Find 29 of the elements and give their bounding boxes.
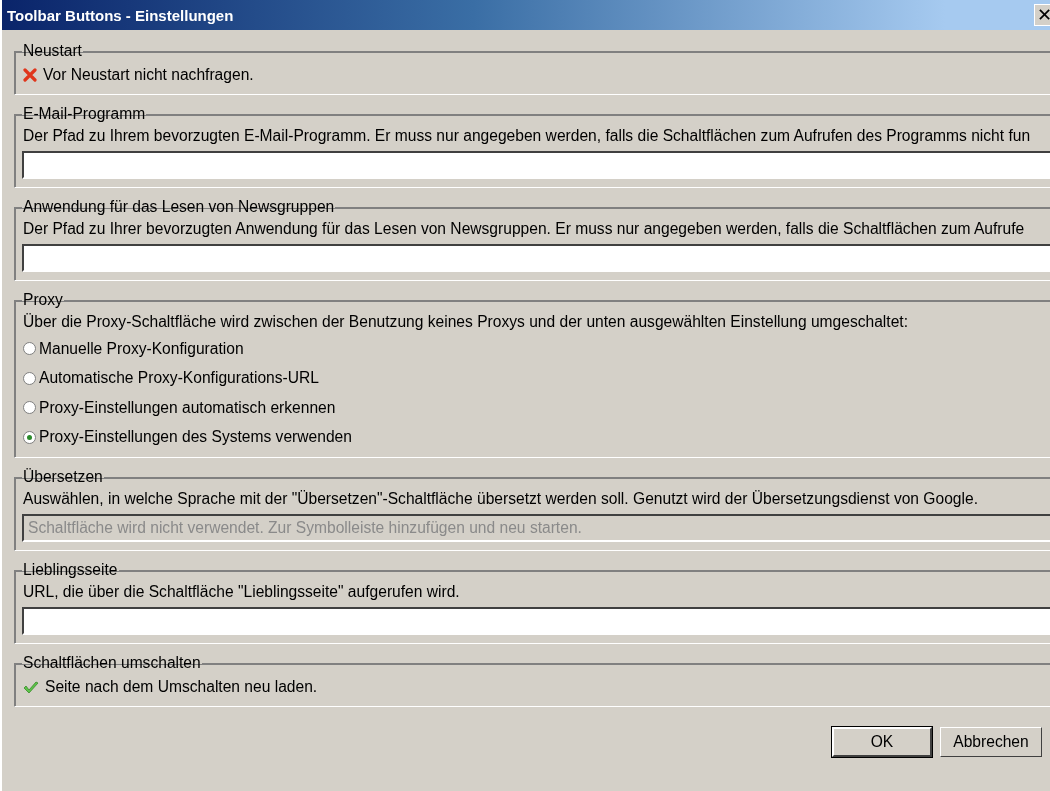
radio-button[interactable] [23,342,36,356]
description-text: Über die Proxy-Schaltfläche wird zwischen der Benutzung keines Proxys und der unten ausgewählten Einstellung umgeschaltet: [23,313,909,331]
group-title: Neustart [22,42,83,60]
cancel-button[interactable]: Abbrechen [940,727,1042,757]
description-text: URL, die über die Schaltfläche "Lieblingsseite" aufgerufen wird. [23,583,461,601]
window-title: Toolbar Buttons - Einstellungen [7,6,234,24]
option-label: Seite nach dem Umschalten neu laden. [45,678,318,696]
radio-label[interactable]: Proxy-Einstellungen des Systems verwenden [39,428,352,447]
input-field[interactable] [22,607,1050,635]
group-title: Lieblingsseite [22,561,119,579]
group-title: Übersetzen [22,468,104,486]
input-field[interactable] [22,244,1050,272]
description-text: Auswählen, in welche Sprache mit der "Übersetzen"-Schaltfläche übersetzt werden soll. Genutzt wird der Übersetzungsdienst von Google. [23,490,979,508]
group-title: Proxy [22,291,64,309]
option-label: Vor Neustart nicht nachfragen. [43,66,254,84]
group-title: Anwendung für das Lesen von Newsgruppen [22,198,336,216]
radio-label[interactable]: Proxy-Einstellungen automatisch erkennen [39,398,336,417]
radio-button[interactable] [23,430,36,444]
input-field[interactable] [22,151,1050,179]
group-title: E-Mail-Programm [22,105,147,123]
ok-button[interactable]: OK [832,727,932,757]
description-text: Der Pfad zu Ihrem bevorzugten E-Mail-Programm. Er muss nur angegeben werden, falls die Schaltflächen zum Aufrufen des Programms nicht fun [23,127,1032,145]
close-button[interactable]: ✕ [1034,4,1050,26]
radio-button[interactable] [23,401,36,415]
group-title: Schaltflächen umschalten [22,654,202,672]
radio-label[interactable]: Manuelle Proxy-Konfiguration [39,339,244,358]
description-text: Der Pfad zu Ihrer bevorzugten Anwendung für das Lesen von Newsgruppen. Er muss nur angegeben werden, falls die Schaltflächen zum Aufrufe [23,220,1026,238]
radio-button[interactable] [23,371,36,385]
radio-label[interactable]: Automatische Proxy-Konfigurations-URL [39,369,319,388]
